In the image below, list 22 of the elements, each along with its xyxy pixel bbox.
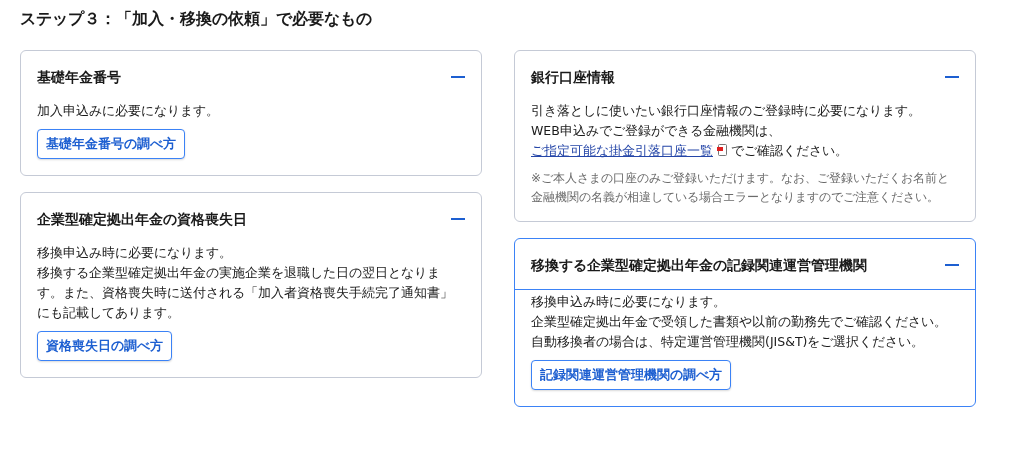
note-text: ※ご本人さまの口座のみご登録いただけます。なお、ご登録いただくお名前と金融機関の名義が相違している場合エラーとなりますのでご注意ください。 bbox=[531, 170, 951, 206]
accordion-header[interactable]: 企業型確定拠出年金の資格喪失日 bbox=[21, 193, 481, 241]
card-title: 銀行口座情報 bbox=[531, 68, 615, 87]
guide-button[interactable]: 基礎年金番号の調べ方 bbox=[37, 129, 185, 159]
accordion-header[interactable]: 基礎年金番号 bbox=[21, 51, 481, 99]
guide-button[interactable]: 記録関連運営管理機関の調べ方 bbox=[531, 360, 731, 390]
guide-button[interactable]: 資格喪失日の調べ方 bbox=[37, 331, 172, 361]
body-text: 移換申込み時に必要になります。 bbox=[531, 293, 727, 311]
link[interactable]: ご指定可能な掛金引落口座一覧 bbox=[531, 143, 713, 158]
section-heading: ステップ３：「加入・移換の依頼」で必要なもの bbox=[20, 8, 373, 30]
document-icon bbox=[717, 144, 727, 156]
body-text: 移換申込み時に必要になります。 bbox=[37, 244, 233, 262]
accordion-header[interactable]: 銀行口座情報 bbox=[515, 51, 975, 99]
body-text: WEB申込みでご登録ができる金融機関は、 ご指定可能な掛金引落口座一覧 でご確認ください。 bbox=[531, 122, 849, 160]
accordion-header[interactable]: 移換する企業型確定拠出年金の記録関連運営管理機関 bbox=[515, 239, 975, 290]
body-text: 移換する企業型確定拠出年金の実施企業を退職した日の翌日となります。また、資格喪失時に送付される「加入者資格喪失手続完了通知書」にも記載してあります。 bbox=[37, 264, 454, 322]
card-title: 企業型確定拠出年金の資格喪失日 bbox=[37, 210, 247, 229]
card-title: 移換する企業型確定拠出年金の記録関連運営管理機関 bbox=[531, 256, 867, 275]
body-text: 加入申込みに必要になります。 bbox=[37, 102, 220, 120]
body-text: 引き落としに使いたい銀行口座情報のご登録時に必要になります。 bbox=[531, 102, 922, 120]
body-text: 企業型確定拠出年金で受領した書類や以前の勤務先でご確認ください。自動移換者の場合は、特定運営管理機関(JIS&T)をご選択ください。 bbox=[531, 313, 948, 351]
card-title: 基礎年金番号 bbox=[37, 68, 121, 87]
